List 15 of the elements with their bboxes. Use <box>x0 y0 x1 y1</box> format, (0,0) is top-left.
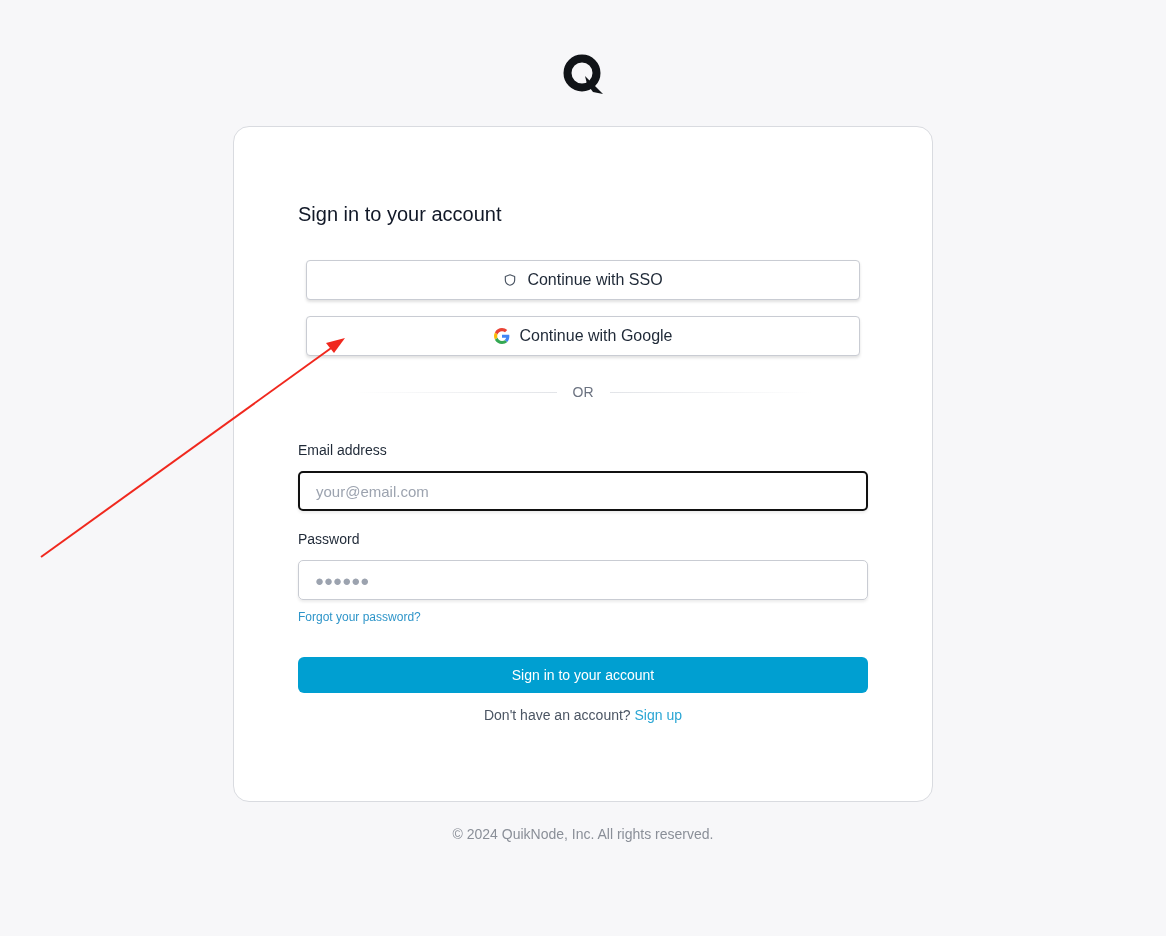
card-title: Sign in to your account <box>298 202 503 227</box>
provider-button[interactable]: Continue with Google <box>306 316 860 356</box>
field-label: Email address <box>298 441 388 459</box>
sign-up-link[interactable]: Sign up <box>634 707 682 723</box>
provider-button[interactable]: Continue with SSO <box>306 260 860 300</box>
field-label: Password <box>298 530 361 548</box>
input-field[interactable]: your@email.com <box>298 471 868 511</box>
forgot-password-link[interactable]: Forgot your password? <box>298 608 421 626</box>
logo <box>563 54 603 94</box>
signup-prompt: Don't have an account? Sign up <box>482 706 683 725</box>
sign-in-button[interactable]: Sign in to your account <box>298 657 868 693</box>
copyright-text: © 2024 QuikNode, Inc. All rights reserved. <box>452 825 714 844</box>
google-icon <box>493 328 510 344</box>
shield-icon <box>503 273 518 287</box>
divider-text: OR <box>572 383 594 402</box>
